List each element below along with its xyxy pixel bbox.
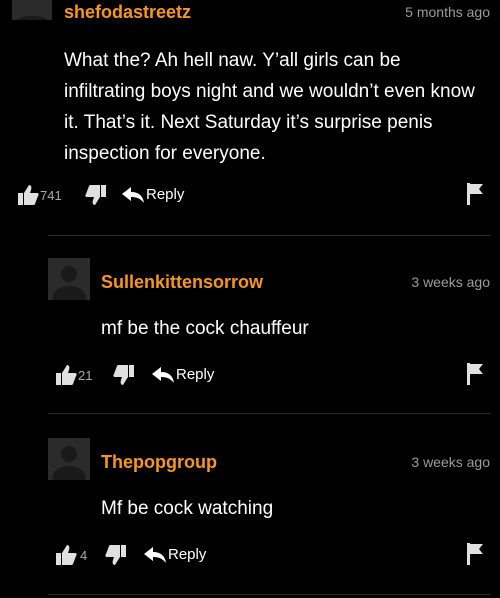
comment-timestamp: 5 months ago [405, 4, 490, 20]
comment-actions: 4 Reply [54, 542, 486, 568]
like-count: 4 [80, 548, 88, 563]
comment-timestamp: 3 weeks ago [411, 454, 490, 470]
reply-label: Reply [146, 186, 185, 203]
comment-username[interactable]: shefodastreetz [64, 2, 191, 23]
thumbs-up-icon[interactable] [54, 544, 78, 566]
divider [48, 594, 490, 595]
comment-text: Mf be cock watching [101, 498, 274, 519]
like-count: 741 [40, 188, 62, 203]
reply-label: Reply [176, 366, 215, 383]
comment-actions: 21 Reply [54, 362, 486, 388]
thumbs-up-icon[interactable] [54, 364, 78, 386]
reply-arrow-icon [152, 367, 174, 383]
avatar[interactable] [48, 258, 90, 300]
reply-arrow-icon [122, 187, 144, 203]
flag-icon[interactable] [466, 542, 484, 566]
reply-arrow-icon [144, 547, 166, 563]
flag-icon[interactable] [466, 182, 484, 206]
comment-timestamp: 3 weeks ago [411, 274, 490, 290]
comment-username[interactable]: Sullenkittensorrow [101, 272, 263, 293]
avatar[interactable] [12, 0, 52, 20]
comment-text: mf be the cock chauffeur [101, 318, 309, 339]
thumbs-down-icon[interactable] [84, 184, 108, 206]
thumbs-down-icon[interactable] [104, 544, 128, 566]
comment-username[interactable]: Thepopgroup [101, 452, 217, 473]
thumbs-down-icon[interactable] [112, 364, 136, 386]
like-count: 21 [78, 368, 93, 383]
reply-label: Reply [168, 546, 207, 563]
divider [48, 413, 490, 414]
comment-text: What the? Ah hell naw. Y’all girls can b… [64, 50, 475, 164]
divider [48, 235, 490, 236]
comment-actions: 741 Reply [16, 182, 486, 208]
avatar[interactable] [48, 438, 90, 480]
thumbs-up-icon[interactable] [16, 184, 40, 206]
flag-icon[interactable] [466, 362, 484, 386]
